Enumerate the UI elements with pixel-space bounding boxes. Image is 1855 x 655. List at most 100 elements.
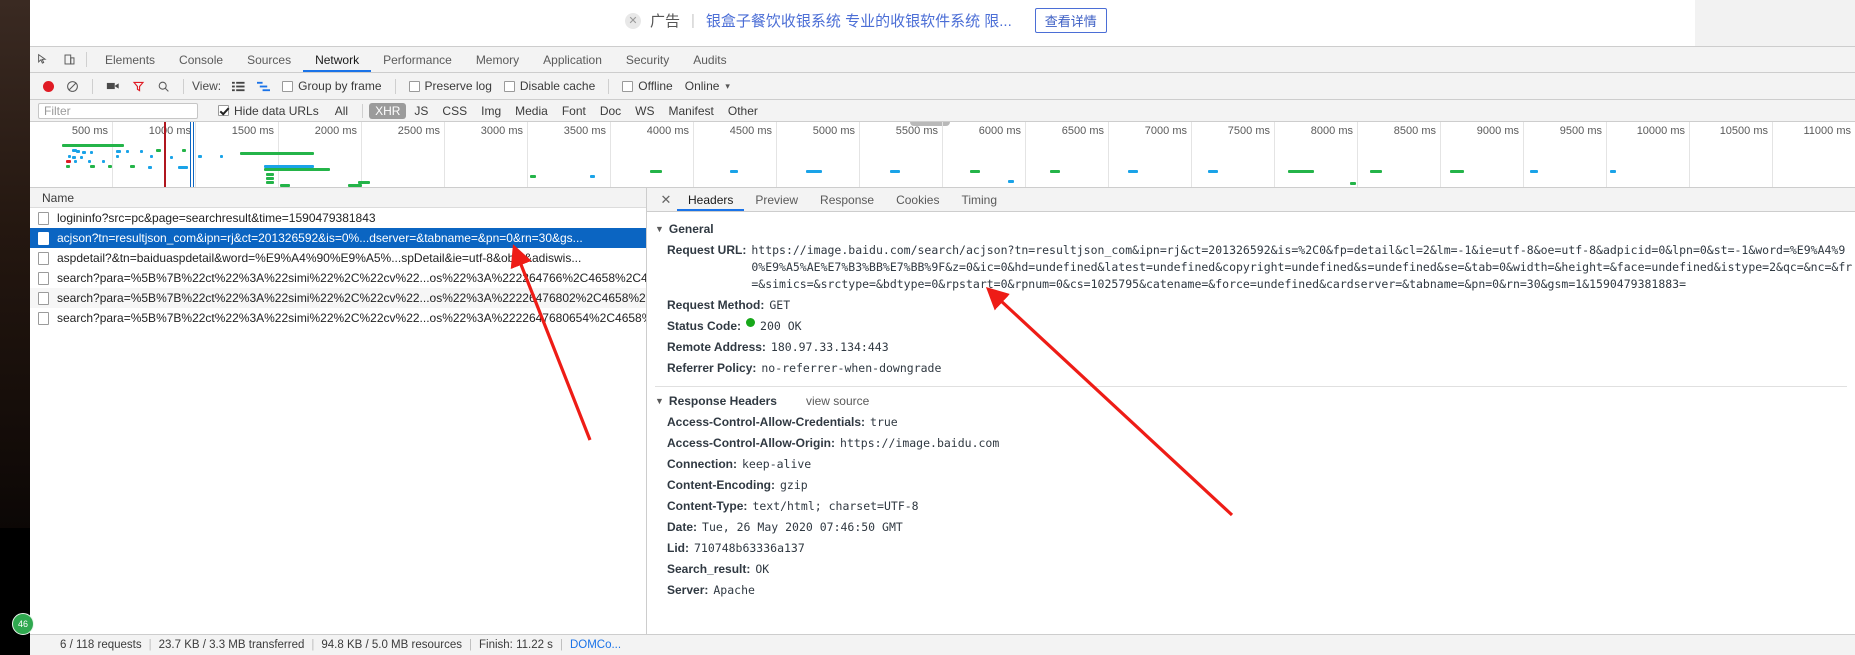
record-button[interactable] — [38, 73, 59, 99]
filter-input[interactable]: Filter — [38, 102, 198, 119]
tab-network[interactable]: Network — [303, 47, 371, 72]
overview-request-bar — [148, 166, 152, 169]
waterfall-view-icon[interactable] — [252, 73, 275, 99]
overview-request-bar — [76, 150, 80, 153]
tab-response[interactable]: Response — [809, 188, 885, 211]
resource-type-icon — [38, 231, 49, 245]
table-row[interactable]: search?para=%5B%7B%22ct%22%3A%22simi%22%… — [30, 308, 646, 328]
capture-screenshots-button[interactable] — [101, 73, 125, 99]
clear-button[interactable] — [61, 73, 84, 99]
tab-security[interactable]: Security — [614, 47, 681, 72]
preserve-log-label: Preserve log — [424, 79, 492, 93]
table-row[interactable]: search?para=%5B%7B%22ct%22%3A%22simi%22%… — [30, 268, 646, 288]
close-icon[interactable]: ✕ — [625, 12, 641, 29]
search-icon[interactable] — [152, 73, 175, 99]
overview-tick-label: 8500 ms — [1393, 125, 1436, 137]
preserve-log-checkbox[interactable]: Preserve log — [404, 73, 497, 99]
close-icon[interactable]: ✕ — [655, 188, 677, 211]
tab-elements[interactable]: Elements — [93, 47, 167, 72]
overview-tick-label: 7000 ms — [1144, 125, 1187, 137]
page-left-gutter-lower — [0, 528, 30, 655]
web-page-strip: ✕ 广告 | 银盒子餐饮收银系统 专业的收银软件系统 限... 查看详情 — [30, 0, 1855, 46]
tab-performance[interactable]: Performance — [371, 47, 464, 72]
overview-request-bar — [1450, 170, 1464, 173]
header-row: Date: Tue, 26 May 2020 07:46:50 GMT — [647, 517, 1855, 538]
disable-cache-checkbox[interactable]: Disable cache — [499, 73, 600, 99]
status-resources: 94.8 KB / 5.0 MB resources — [321, 639, 462, 651]
overview-tick-label: 500 ms — [71, 125, 108, 137]
tab-timing[interactable]: Timing — [950, 188, 1008, 211]
header-value: https://image.baidu.com — [840, 436, 1000, 450]
tab-sources[interactable]: Sources — [235, 47, 303, 72]
overview-tick-label: 2000 ms — [314, 125, 357, 137]
overview-request-bar — [150, 155, 153, 158]
resource-type-icon — [38, 271, 49, 285]
tab-console[interactable]: Console — [167, 47, 235, 72]
network-overview-timeline[interactable]: 500 ms 1000 ms 1500 ms 2000 ms 2500 ms 3000 m… — [30, 122, 1855, 188]
filter-type-manifest[interactable]: Manifest — [663, 103, 720, 119]
request-url-value[interactable]: https://image.baidu.com/search/acjson?tn… — [751, 242, 1855, 293]
filter-type-ws[interactable]: WS — [629, 103, 660, 119]
filter-type-other[interactable]: Other — [722, 103, 764, 119]
overview-time-cell: 7500 ms — [1192, 122, 1275, 187]
offline-label: Offline — [638, 79, 673, 93]
overview-request-bar — [240, 152, 314, 155]
group-by-frame-checkbox[interactable]: Group by frame — [277, 73, 386, 99]
hide-data-urls-label: Hide data URLs — [234, 103, 319, 118]
header-key: Content-Type: — [667, 499, 748, 513]
overview-request-bar — [170, 156, 173, 159]
filter-type-media[interactable]: Media — [509, 103, 554, 119]
filter-type-xhr[interactable]: XHR — [369, 102, 407, 119]
tab-audits[interactable]: Audits — [681, 47, 738, 72]
tab-headers[interactable]: Headers — [677, 188, 744, 211]
toggle-device-toolbar-icon[interactable] — [56, 47, 82, 72]
overview-request-bar — [1050, 170, 1060, 173]
overview-request-bar — [108, 165, 112, 168]
overview-request-bar — [1288, 170, 1314, 173]
filter-type-font[interactable]: Font — [556, 103, 592, 119]
tab-memory[interactable]: Memory — [464, 47, 531, 72]
overview-request-bar — [140, 150, 143, 153]
ad-detail-button[interactable]: 查看详情 — [1034, 8, 1107, 33]
devtools-tab-bar: Elements Console Sources Network Perform… — [30, 47, 1855, 73]
list-view-icon[interactable] — [227, 73, 250, 99]
overview-tick-label: 1000 ms — [148, 125, 191, 137]
general-section-header[interactable]: ▼ General — [647, 218, 1855, 240]
overview-request-bar — [198, 155, 202, 158]
overview-request-bar — [730, 170, 738, 173]
hide-data-urls-checkbox[interactable]: Hide data URLs — [218, 104, 319, 118]
checkbox-box — [408, 80, 420, 92]
general-title: General — [668, 222, 714, 236]
ad-banner[interactable]: ✕ 广告 | 银盒子餐饮收银系统 专业的收银软件系统 限... 查看详情 — [625, 8, 1107, 33]
tab-application[interactable]: Application — [531, 47, 614, 72]
overview-tick-label: 8000 ms — [1310, 125, 1353, 137]
inspect-element-icon[interactable] — [30, 47, 56, 72]
disable-cache-label: Disable cache — [519, 79, 596, 93]
table-row[interactable]: acjson?tn=resultjson_com&ipn=rj&ct=20132… — [30, 228, 646, 248]
filter-type-css[interactable]: CSS — [436, 103, 473, 119]
filter-icon[interactable] — [127, 73, 150, 99]
table-row[interactable]: search?para=%5B%7B%22ct%22%3A%22simi%22%… — [30, 288, 646, 308]
filter-type-all[interactable]: All — [329, 103, 354, 119]
view-source-link[interactable]: view source — [806, 394, 869, 408]
tab-preview[interactable]: Preview — [744, 188, 809, 211]
response-headers-section-header[interactable]: ▼ Response Headers view source — [647, 390, 1855, 412]
overview-request-bar — [348, 184, 362, 187]
offline-checkbox[interactable]: Offline — [617, 73, 677, 99]
overview-request-bar — [358, 181, 370, 184]
status-ok-icon — [746, 318, 756, 327]
request-column-header[interactable]: Name — [30, 188, 646, 208]
tab-cookies[interactable]: Cookies — [885, 188, 950, 211]
filter-type-img[interactable]: Img — [475, 103, 507, 119]
filter-type-doc[interactable]: Doc — [594, 103, 627, 119]
overview-tick-label: 3000 ms — [480, 125, 523, 137]
throttling-select[interactable]: Online ▾ — [680, 73, 735, 99]
request-url-key: Request URL: — [667, 243, 747, 257]
overview-tick-label: 9000 ms — [1476, 125, 1519, 137]
filter-type-js[interactable]: JS — [408, 103, 434, 119]
table-row[interactable]: aspdetail?&tn=baiduaspdetail&word=%E9%A4… — [30, 248, 646, 268]
table-row[interactable]: logininfo?src=pc&page=searchresult&time=… — [30, 208, 646, 228]
ad-text[interactable]: 银盒子餐饮收银系统 专业的收银软件系统 限... — [706, 10, 1012, 31]
referrer-policy-value: no-referrer-when-downgrade — [761, 361, 942, 375]
request-url-row: Request URL: https://image.baidu.com/sea… — [647, 240, 1855, 295]
